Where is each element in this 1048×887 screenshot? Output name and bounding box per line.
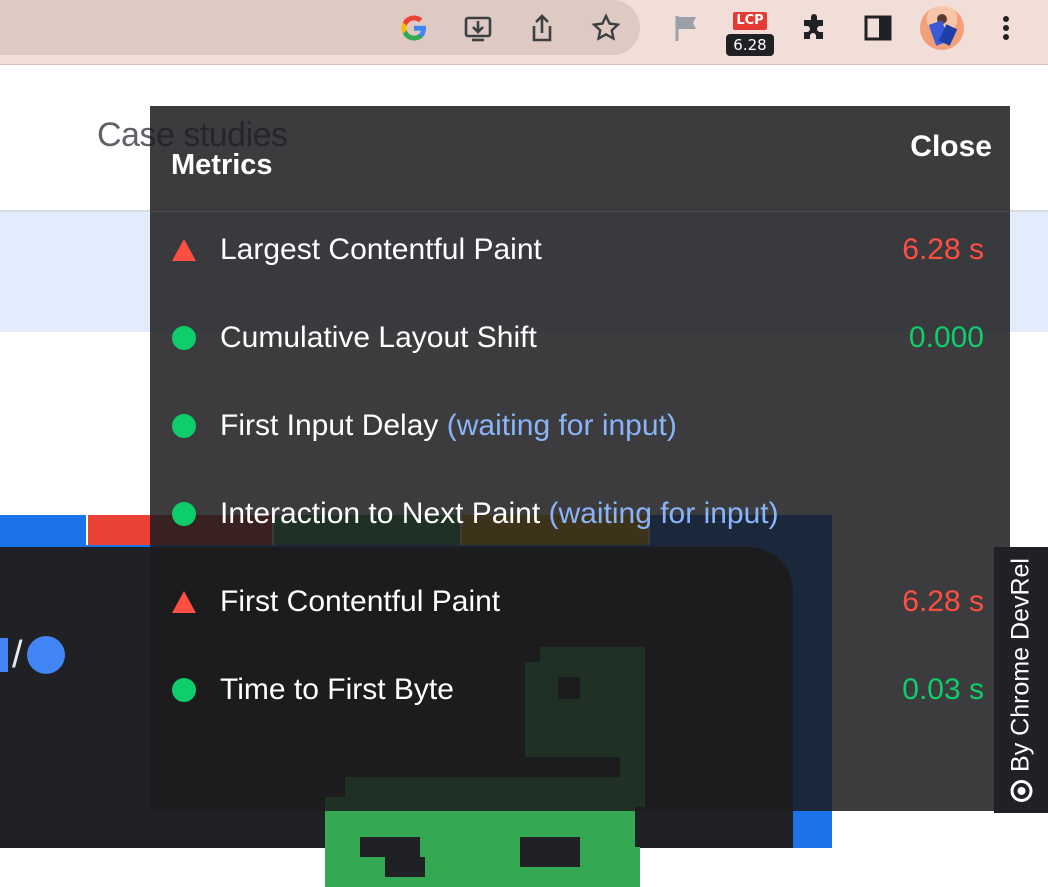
metric-value: 0.000 bbox=[908, 321, 984, 354]
bookmark-star-icon[interactable] bbox=[586, 8, 626, 48]
poor-triangle-icon bbox=[172, 238, 196, 262]
share-icon[interactable] bbox=[522, 8, 562, 48]
overlay-title: Metrics bbox=[171, 149, 273, 181]
metric-hint: (waiting for input) bbox=[548, 497, 779, 530]
good-dot-icon bbox=[172, 678, 196, 702]
metric-value: 0.03 s bbox=[902, 673, 984, 706]
io-logo: / bbox=[0, 634, 65, 676]
side-panel-icon[interactable] bbox=[858, 8, 898, 48]
kebab-menu-icon[interactable] bbox=[986, 8, 1026, 48]
good-dot-icon bbox=[172, 502, 196, 526]
metric-value: 6.28 s bbox=[902, 233, 984, 266]
metric-row-inp: Interaction to Next Paint (waiting for i… bbox=[150, 484, 1010, 544]
metric-label: Interaction to Next Paint bbox=[220, 497, 541, 530]
metric-row-ttfb: Time to First Byte 0.03 s bbox=[150, 660, 1010, 720]
metric-hint: (waiting for input) bbox=[446, 409, 677, 442]
metric-label: First Input Delay bbox=[220, 409, 439, 442]
browser-toolbar: LCP 6.28 bbox=[0, 0, 1048, 65]
metric-row-fid: First Input Delay (waiting for input) bbox=[150, 396, 1010, 456]
profile-avatar[interactable] bbox=[920, 6, 964, 50]
metric-label: Cumulative Layout Shift bbox=[220, 321, 537, 354]
metrics-overlay: Metrics Close Largest Contentful Paint 6… bbox=[150, 106, 1010, 811]
metric-label: First Contentful Paint bbox=[220, 585, 501, 618]
chrome-devrel-tab[interactable]: By Chrome DevRel bbox=[994, 547, 1048, 813]
metric-label: Largest Contentful Paint bbox=[220, 233, 542, 266]
metric-row-cls: Cumulative Layout Shift 0.000 bbox=[150, 308, 1010, 368]
lcp-extension-badge[interactable]: LCP 6.28 bbox=[726, 12, 774, 56]
lcp-badge-value: 6.28 bbox=[726, 34, 774, 56]
color-strip-blue bbox=[0, 515, 86, 545]
good-dot-icon bbox=[172, 326, 196, 350]
google-icon[interactable] bbox=[394, 8, 434, 48]
metric-value: 6.28 s bbox=[902, 585, 984, 618]
good-dot-icon bbox=[172, 414, 196, 438]
lcp-badge-label: LCP bbox=[733, 12, 767, 30]
install-icon[interactable] bbox=[458, 8, 498, 48]
chrome-logo-icon bbox=[1010, 779, 1032, 802]
close-button[interactable]: Close bbox=[910, 130, 992, 164]
metric-row-fcp: First Contentful Paint 6.28 s bbox=[150, 572, 1010, 632]
overlay-header: Metrics Close bbox=[150, 106, 1010, 212]
poor-triangle-icon bbox=[172, 590, 196, 614]
metric-label: Time to First Byte bbox=[220, 673, 454, 706]
side-tab-label: By Chrome DevRel bbox=[1006, 558, 1035, 772]
extensions-puzzle-icon[interactable] bbox=[795, 8, 835, 48]
flag-icon[interactable] bbox=[666, 8, 706, 48]
metric-row-lcp: Largest Contentful Paint 6.28 s bbox=[150, 220, 1010, 280]
